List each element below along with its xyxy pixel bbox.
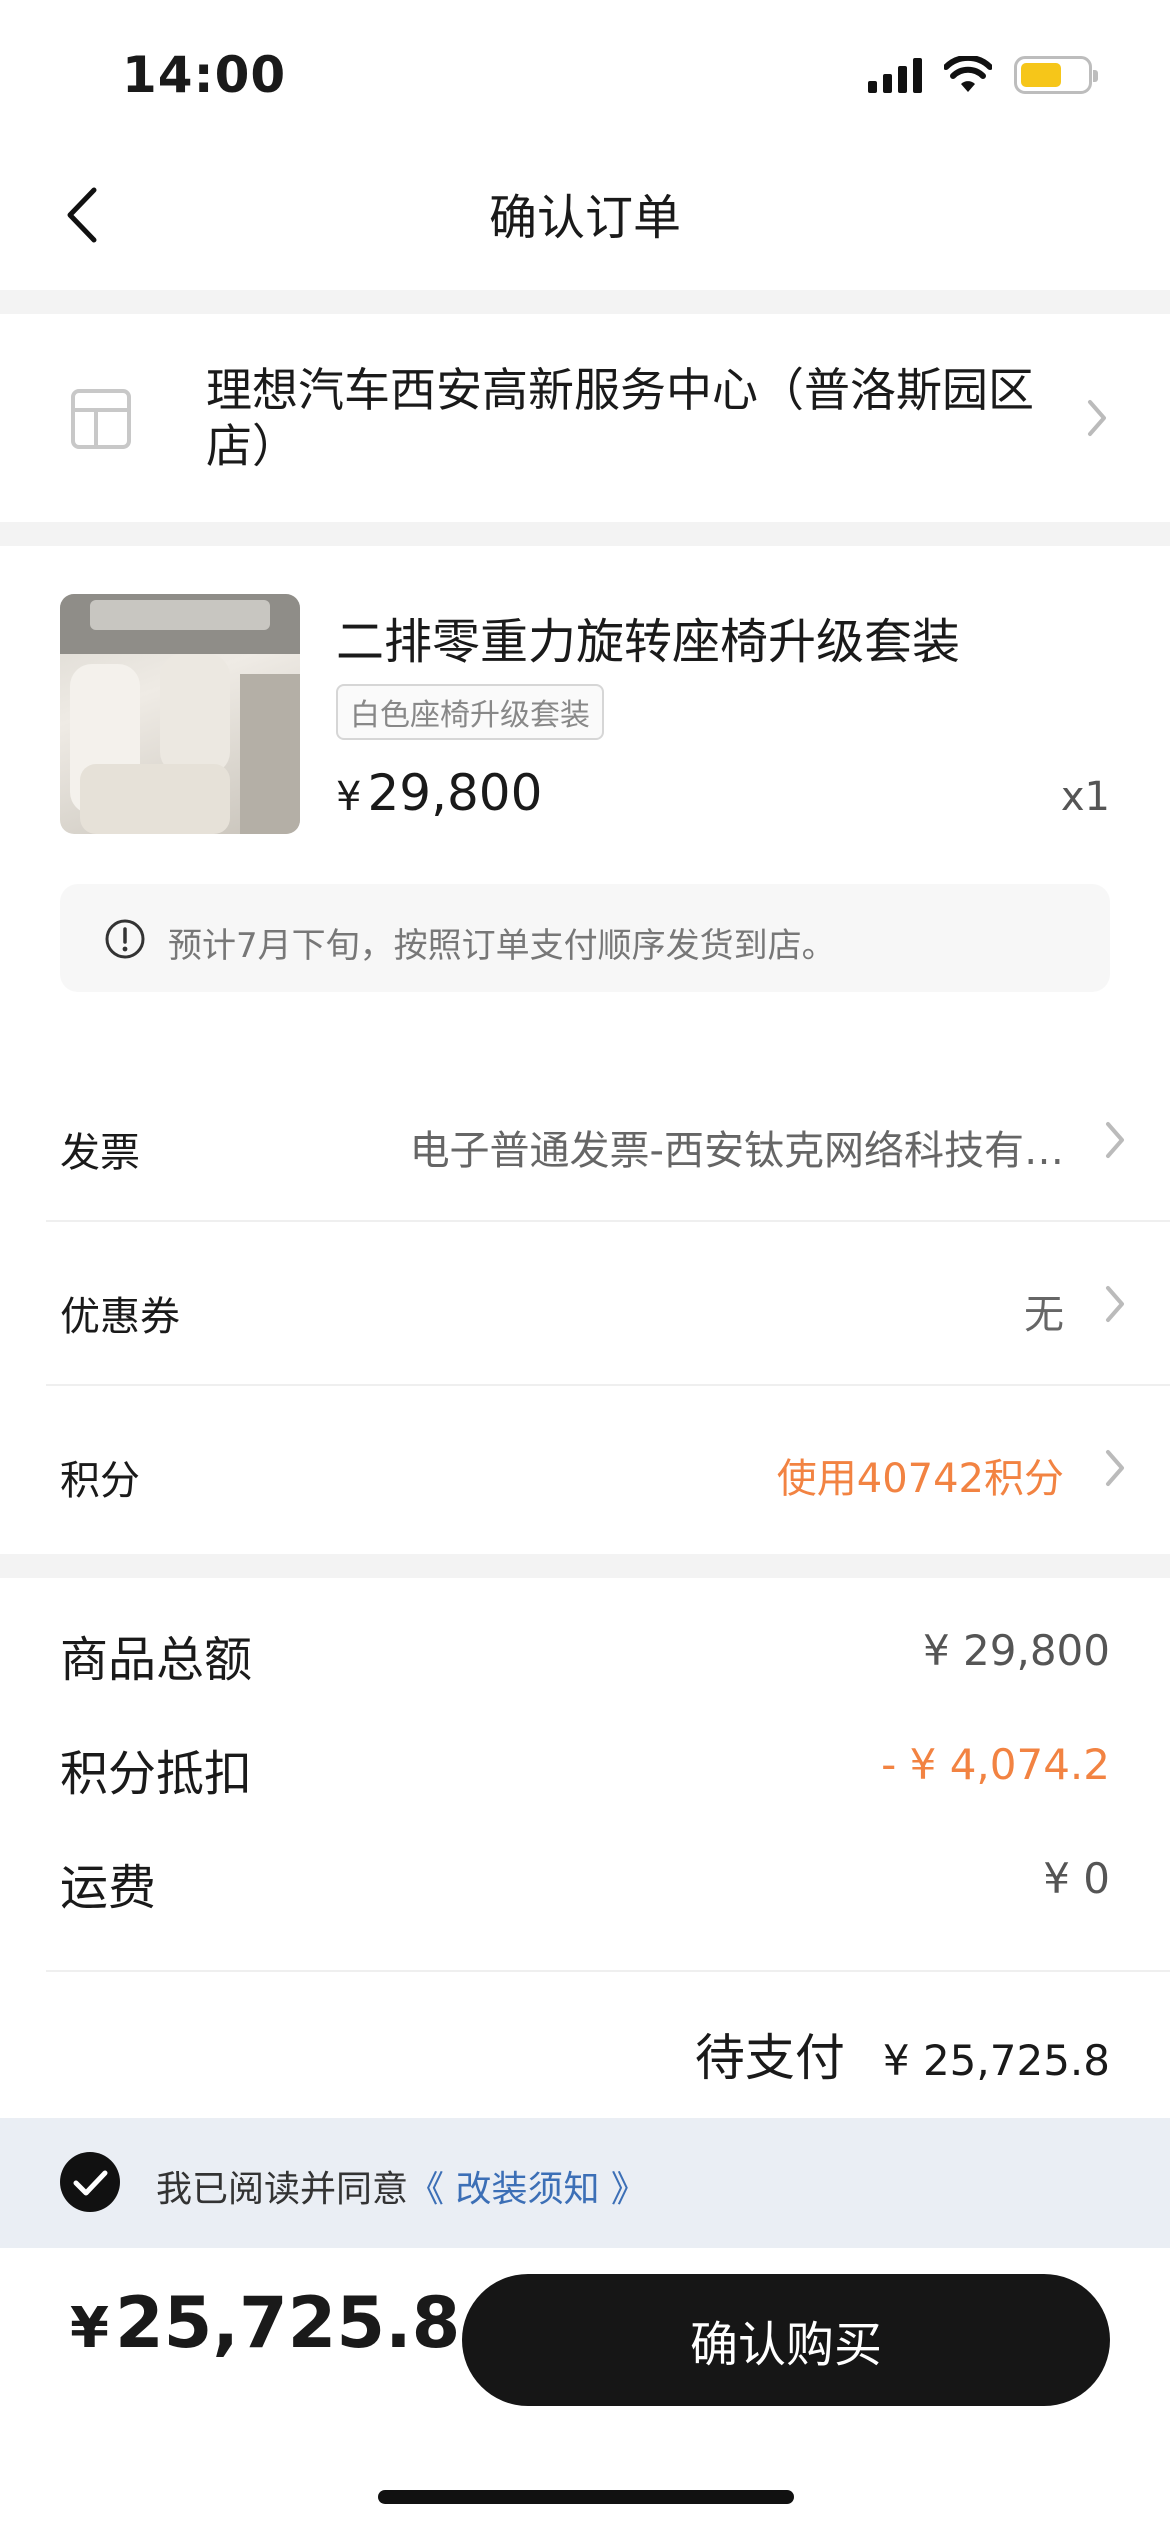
wifi-icon [944, 56, 992, 92]
points-deduction-row: 积分抵扣 - ¥ 4,074.2 [60, 1734, 1110, 1804]
agreement-prefix: 我已阅读并同意 [156, 2169, 409, 2210]
cellular-signal-icon [868, 57, 922, 93]
subtotal-label: 商品总额 [60, 1632, 253, 1688]
store-name: 理想汽车西安高新服务中心（普洛斯园区店） [206, 363, 1034, 473]
chevron-right-icon [1106, 1122, 1124, 1158]
total-due: 待支付 ¥ 25,725.8 [695, 2018, 1110, 2090]
order-confirm-screen: 14:00 确认订单 理想汽车西安高新服务中心（普洛斯园区店） 二排零重力旋转座… [0, 0, 1170, 2532]
points-value: 使用40742积分 [776, 1456, 1064, 1502]
product-variant-tag: 白色座椅升级套装 [336, 684, 604, 740]
subtotal-row: 商品总额 ¥ 29,800 [60, 1620, 1110, 1690]
checkout-total: ¥25,725.8 [70, 2282, 460, 2364]
price-summary: 商品总额 ¥ 29,800 积分抵扣 - ¥ 4,074.2 运费 ¥ 0 待支… [0, 1578, 1170, 2118]
points-row[interactable]: 积分 使用40742积分 [46, 1388, 1170, 1550]
invoice-row[interactable]: 发票 电子普通发票-西安钛克网络科技有… [46, 1060, 1170, 1222]
agreement-checkbox[interactable] [60, 2152, 120, 2212]
page-title: 确认订单 [488, 190, 681, 246]
info-icon [105, 919, 145, 959]
status-bar: 14:00 [0, 0, 1170, 140]
agreement-bar: 我已阅读并同意《 改装须知 》 [0, 2118, 1170, 2248]
shipping-row: 运费 ¥ 0 [60, 1848, 1110, 1918]
battery-icon [1014, 56, 1098, 94]
product-card: 二排零重力旋转座椅升级套装 白色座椅升级套装 ¥29,800 x1 预计7月下旬… [0, 546, 1170, 1060]
checkout-total-amount: 25,725.8 [114, 2282, 461, 2364]
divider [46, 1970, 1170, 1972]
currency-symbol: ¥ [70, 2296, 109, 2361]
total-due-label: 待支付 [694, 2029, 845, 2087]
total-due-value: ¥ 25,725.8 [882, 2036, 1110, 2085]
product-price-amount: 29,800 [367, 764, 543, 822]
order-options: 发票 电子普通发票-西安钛克网络科技有… 优惠券 无 积分 使用40742积分 [0, 1060, 1170, 1554]
product-price: ¥29,800 [336, 764, 542, 822]
product-quantity: x1 [1060, 774, 1110, 820]
store-icon [71, 389, 131, 449]
invoice-label: 发票 [60, 1130, 140, 1176]
points-label: 积分 [60, 1458, 140, 1504]
points-deduction-label: 积分抵扣 [60, 1746, 253, 1802]
nav-bar: 确认订单 [0, 140, 1170, 290]
product-name: 二排零重力旋转座椅升级套装 [336, 614, 961, 670]
subtotal-value: ¥ 29,800 [922, 1626, 1110, 1675]
chevron-right-icon [1106, 1450, 1124, 1486]
coupon-value: 无 [1024, 1292, 1064, 1338]
checkout-bar: ¥25,725.8 确认购买 [0, 2248, 1170, 2532]
shipping-value: ¥ 0 [1043, 1854, 1110, 1903]
chevron-right-icon [1106, 1286, 1124, 1322]
invoice-value: 电子普通发票-西安钛克网络科技有… [409, 1128, 1064, 1174]
status-icons [868, 56, 1098, 94]
currency-symbol: ¥ [336, 774, 362, 820]
home-indicator [378, 2490, 794, 2504]
shipping-notice-text: 预计7月下旬，按照订单支付顺序发货到店。 [168, 926, 836, 966]
product-image [60, 594, 300, 834]
modification-notice-link[interactable]: 《 改装须知 》 [408, 2169, 647, 2210]
shipping-label: 运费 [60, 1860, 157, 1916]
check-icon [73, 2170, 108, 2196]
confirm-purchase-button[interactable]: 确认购买 [462, 2274, 1110, 2406]
points-deduction-value: - ¥ 4,074.2 [881, 1740, 1110, 1789]
agreement-text: 我已阅读并同意《 改装须知 》 [156, 2160, 647, 2212]
coupon-row[interactable]: 优惠券 无 [46, 1224, 1170, 1386]
chevron-right-icon [1088, 400, 1106, 436]
store-card[interactable]: 理想汽车西安高新服务中心（普洛斯园区店） [0, 314, 1170, 522]
status-time: 14:00 [122, 46, 287, 104]
shipping-notice: 预计7月下旬，按照订单支付顺序发货到店。 [60, 884, 1110, 992]
coupon-label: 优惠券 [60, 1294, 180, 1340]
